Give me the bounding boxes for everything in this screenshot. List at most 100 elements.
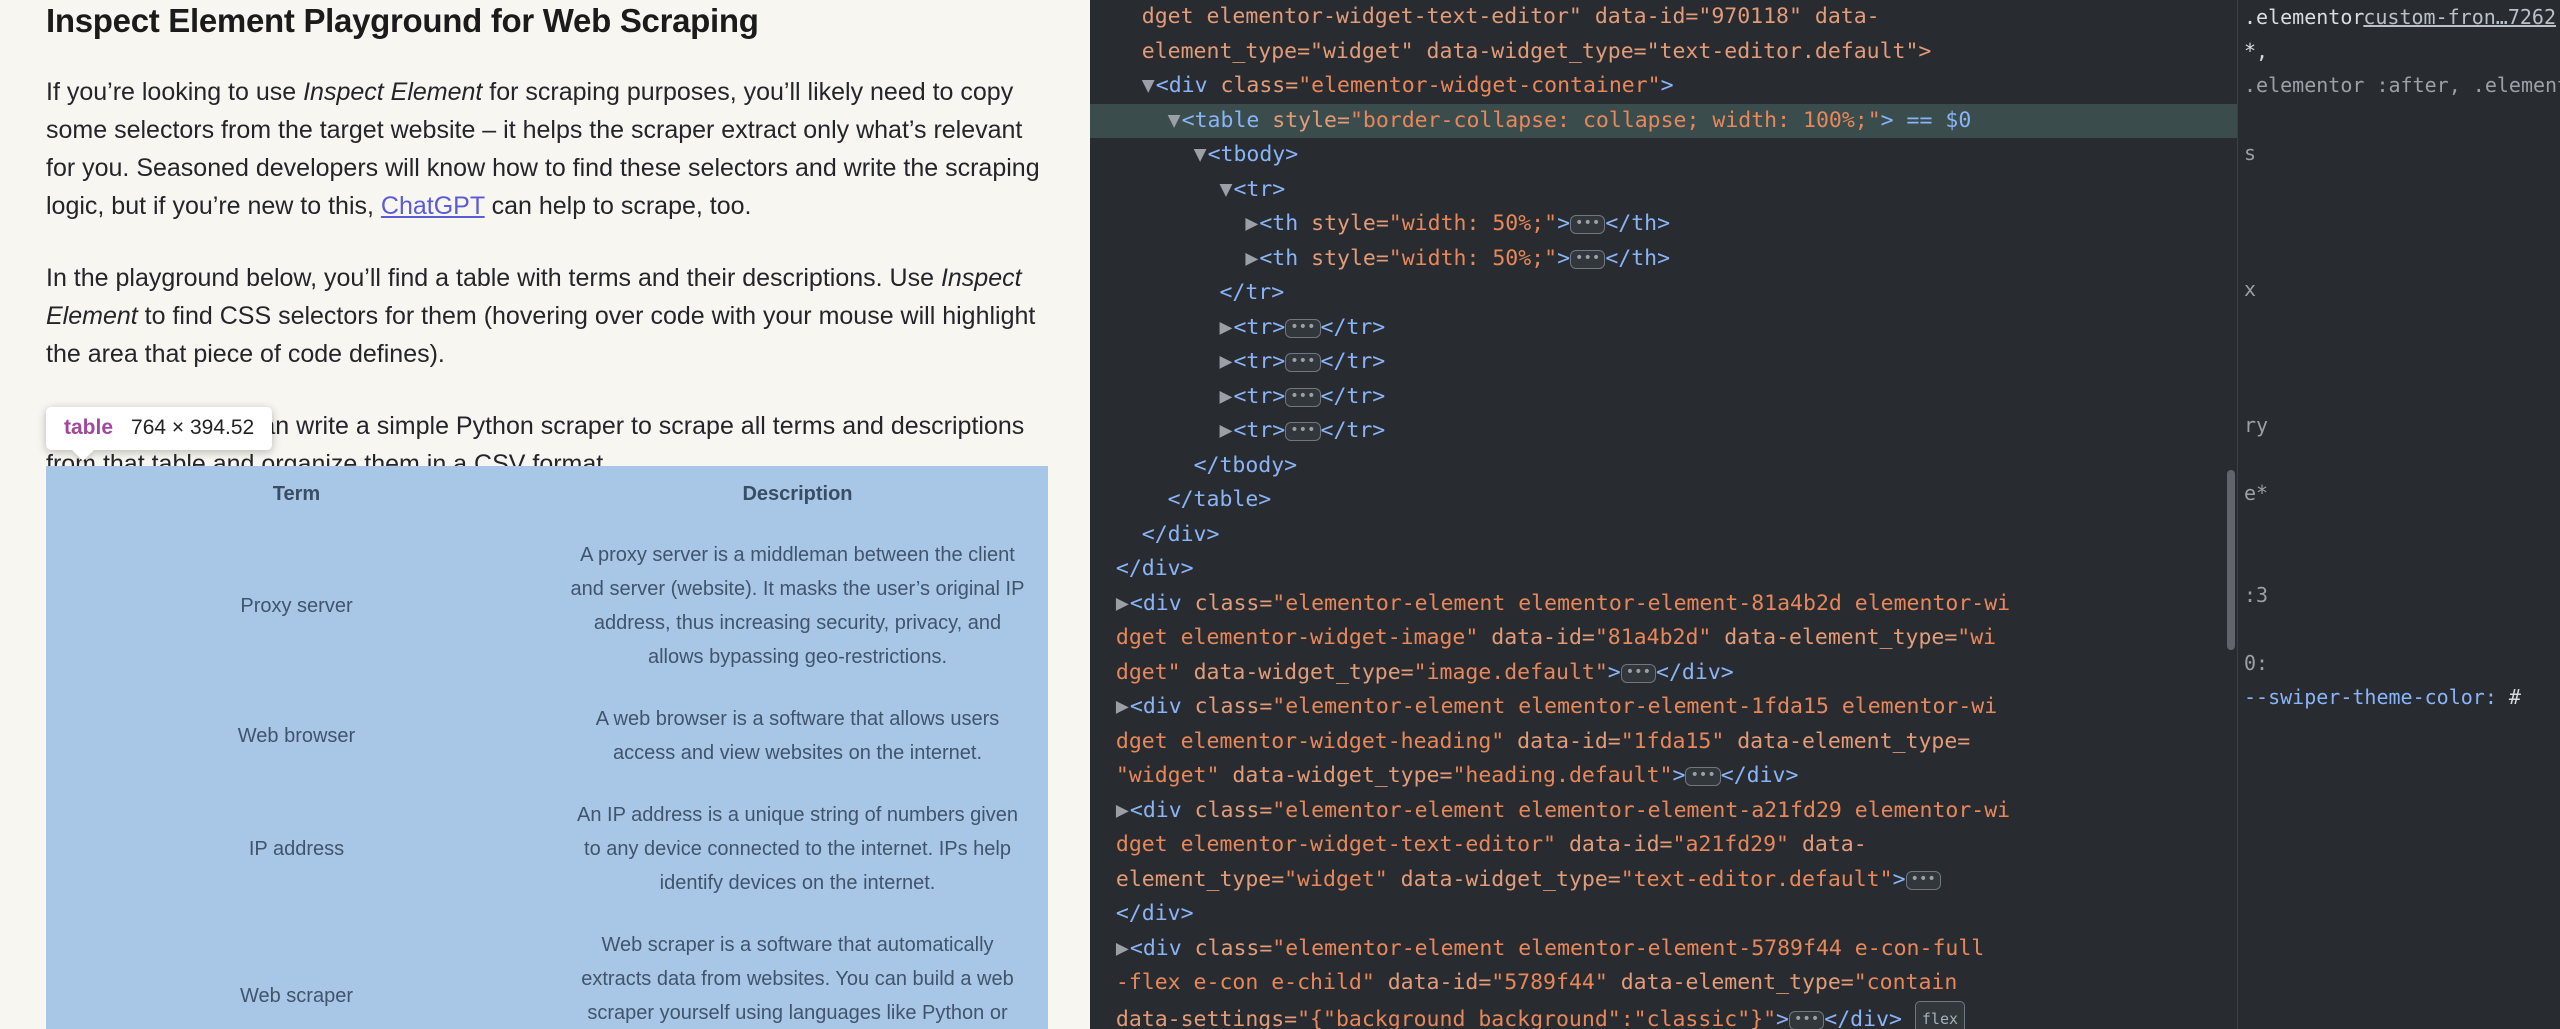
chevron-down-icon[interactable]: ▼ xyxy=(1168,104,1182,139)
collapsed-content-icon[interactable]: ••• xyxy=(1285,422,1321,441)
style-rule-line[interactable]: *, xyxy=(2244,34,2560,68)
table-cell-description: An IP address is a unique string of numb… xyxy=(577,804,1018,894)
collapsed-content-icon[interactable]: ••• xyxy=(1285,353,1321,372)
chevron-down-icon[interactable]: ▼ xyxy=(1142,69,1156,104)
style-rule-line[interactable] xyxy=(2244,340,2560,374)
collapsed-content-icon[interactable]: ••• xyxy=(1905,870,1941,890)
style-rule-line[interactable] xyxy=(2244,612,2560,646)
dom-node-line[interactable]: element_type="widget" data-widget_type="… xyxy=(1090,863,2237,898)
style-rule-line[interactable]: x xyxy=(2244,272,2560,306)
collapsed-content-icon[interactable]: ••• xyxy=(1570,249,1606,269)
dom-token-val: "width: 50%;" xyxy=(1388,245,1558,271)
dom-node-selected[interactable]: ▼<table style="border-collapse: collapse… xyxy=(1090,103,2237,139)
chevron-down-icon[interactable]: ▼ xyxy=(1194,138,1208,173)
dom-node-line[interactable]: ▶<tr> ••• </tr> xyxy=(1090,380,2237,415)
collapsed-content-icon[interactable]: ••• xyxy=(1620,663,1657,683)
dom-node-line[interactable]: dget elementor-widget-image" data-id="81… xyxy=(1090,621,2237,656)
flex-badge[interactable]: flex xyxy=(1914,1000,1966,1029)
stylesheet-source-link[interactable]: custom-fron…7262 xyxy=(2363,0,2560,34)
dom-node-line[interactable]: </tr> xyxy=(1090,276,2237,311)
dom-node-line[interactable]: -flex e-con e-child" data-id="5789f44" d… xyxy=(1090,966,2237,1001)
dom-token-tag: </div> xyxy=(1824,1006,1915,1029)
dom-node-line[interactable]: dget elementor-widget-text-editor" data-… xyxy=(1090,828,2237,863)
dom-node-line[interactable]: ▶<div class="elementor-element elementor… xyxy=(1090,932,2237,967)
dom-node-line[interactable]: ▶<tr> ••• </tr> xyxy=(1090,414,2237,449)
collapsed-content-icon[interactable]: ••• xyxy=(1285,387,1321,407)
style-rule-line[interactable]: 0: xyxy=(2244,646,2560,680)
paragraph-text: can help to scrape, too. xyxy=(484,191,752,220)
dom-node-line[interactable]: data-settings="{"background_background":… xyxy=(1090,1000,2237,1029)
styles-pane[interactable]: custom-fron…7262 .elementor *, .elementor :… xyxy=(2237,0,2560,1029)
style-rule-line[interactable]: s xyxy=(2244,136,2560,170)
dom-node-line[interactable]: ▶<th style="width: 50%;"> ••• </th> xyxy=(1090,207,2237,242)
dom-node-line[interactable]: "widget" data-widget_type="heading.defau… xyxy=(1090,759,2237,794)
dom-node-line[interactable]: ▼<tr> xyxy=(1090,173,2237,208)
chevron-right-icon[interactable]: ▶ xyxy=(1219,380,1233,415)
style-rule-line[interactable] xyxy=(2244,510,2560,544)
dom-node-line[interactable]: </div> xyxy=(1090,897,2237,932)
collapsed-content-icon[interactable]: ••• xyxy=(1685,767,1721,786)
chevron-right-icon[interactable]: ▶ xyxy=(1116,587,1130,622)
terms-table-header-row: Term Description xyxy=(46,466,1048,524)
chevron-right-icon[interactable]: ▶ xyxy=(1116,794,1130,829)
collapsed-content-icon[interactable]: ••• xyxy=(1789,1010,1825,1029)
chevron-down-icon[interactable]: ▼ xyxy=(1219,173,1233,208)
dom-token-tag: > xyxy=(1660,73,1674,98)
dom-token-tag: <tr> xyxy=(1233,176,1286,202)
chevron-right-icon[interactable]: ▶ xyxy=(1116,932,1130,967)
chevron-right-icon[interactable]: ▶ xyxy=(1219,345,1233,380)
style-rule-line[interactable] xyxy=(2244,442,2560,476)
dom-token-attr: data-element_type= xyxy=(1737,728,1971,754)
dom-node-line[interactable]: ▶<div class="elementor-element elementor… xyxy=(1090,690,2237,725)
dom-tree-pane[interactable]: dget elementor-widget-text-editor" data-… xyxy=(1090,0,2237,1029)
page-title: Inspect Element Playground for Web Scrap… xyxy=(46,2,759,39)
dom-node-line[interactable]: ▶<div class="elementor-element elementor… xyxy=(1090,794,2237,829)
chevron-right-icon[interactable]: ▶ xyxy=(1219,311,1233,346)
style-rule-line[interactable]: custom-fron…7262 .elementor xyxy=(2244,0,2560,34)
dom-token-val: "heading.default" xyxy=(1452,763,1673,788)
terms-table-body: Proxy server A proxy server is a middlema… xyxy=(46,524,1048,1029)
dom-node-line[interactable]: ▶<tr> ••• </tr> xyxy=(1090,345,2237,380)
style-rule-line[interactable] xyxy=(2244,238,2560,272)
chevron-right-icon[interactable]: ▶ xyxy=(1116,690,1130,725)
style-rule-line[interactable]: :3 xyxy=(2244,578,2560,612)
dom-node-line[interactable]: ▼<div class="elementor-widget-container"… xyxy=(1090,69,2237,104)
dom-node-line[interactable]: ▶<div class="elementor-element elementor… xyxy=(1090,587,2237,622)
inspect-tooltip-tagname: table xyxy=(64,416,114,439)
style-rule-line[interactable]: .elementor :after, .elemento xyxy=(2244,68,2560,102)
style-rule-line[interactable] xyxy=(2244,170,2560,204)
dom-node-line[interactable]: ▶<th style="width: 50%;"> ••• </th> xyxy=(1090,242,2237,277)
dom-scrollbar[interactable] xyxy=(2227,470,2235,650)
style-rule-line[interactable] xyxy=(2244,306,2560,340)
collapsed-content-icon[interactable]: ••• xyxy=(1285,318,1321,338)
style-rule-line[interactable] xyxy=(2244,204,2560,238)
table-cell-term: IP address xyxy=(248,838,345,860)
dom-node-line[interactable]: dget elementor-widget-heading" data-id="… xyxy=(1090,725,2237,760)
style-rule-line[interactable]: e* xyxy=(2244,476,2560,510)
chevron-right-icon[interactable]: ▶ xyxy=(1245,242,1259,277)
style-rule-line[interactable]: ry xyxy=(2244,408,2560,442)
style-rule-line[interactable] xyxy=(2244,374,2560,408)
chatgpt-link[interactable]: ChatGPT xyxy=(381,192,485,220)
dom-node-line[interactable]: dget" data-widget_type="image.default"> •… xyxy=(1090,656,2237,691)
dom-node-line[interactable]: </tbody> xyxy=(1090,449,2237,484)
style-rule-line[interactable]: --swiper-theme-color: # xyxy=(2244,680,2560,714)
dom-node-line[interactable]: </div> xyxy=(1090,518,2237,553)
chevron-right-icon[interactable]: ▶ xyxy=(1245,207,1259,242)
collapsed-content-icon[interactable]: ••• xyxy=(1570,215,1606,234)
dom-node-line[interactable]: </table> xyxy=(1090,483,2237,518)
dom-node-line[interactable]: dget elementor-widget-text-editor" data-… xyxy=(1090,0,2237,35)
dom-node-line[interactable]: ▶<tr> ••• </tr> xyxy=(1090,311,2237,346)
dom-token-tag: <div xyxy=(1129,797,1195,823)
chevron-right-icon[interactable]: ▶ xyxy=(1219,414,1233,449)
dom-node-line[interactable]: element_type="widget" data-widget_type="… xyxy=(1090,35,2237,70)
dom-node-line[interactable]: </div> xyxy=(1090,552,2237,587)
dom-token-attr: class= xyxy=(1194,694,1273,719)
dom-token-attr: style= xyxy=(1272,107,1350,133)
style-rule-line[interactable] xyxy=(2244,102,2560,136)
style-rule-line[interactable] xyxy=(2244,544,2560,578)
dom-node-line[interactable]: ▼<tbody> xyxy=(1090,138,2237,173)
